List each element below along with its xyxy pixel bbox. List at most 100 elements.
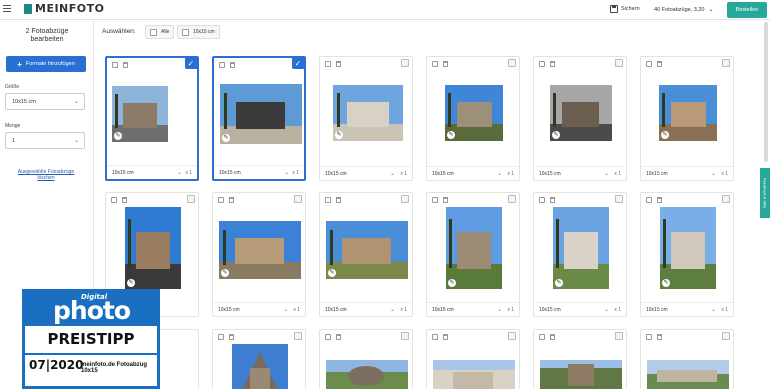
copy-icon[interactable] [218, 197, 224, 203]
logo[interactable]: MEINFOTO [24, 2, 104, 15]
edit-photo-icon[interactable]: ✎ [222, 134, 230, 142]
trash-icon[interactable] [657, 197, 662, 203]
chevron-down-icon[interactable]: ⌄ [497, 306, 502, 313]
order-button[interactable]: Bestellen [727, 2, 767, 18]
edit-photo-icon[interactable]: ✎ [448, 279, 456, 287]
card-size-label[interactable]: 10x15 cm [539, 307, 561, 313]
chevron-down-icon[interactable]: ⌄ [497, 170, 502, 177]
trash-icon[interactable] [443, 197, 448, 203]
photo-card[interactable] [212, 329, 306, 389]
save-button[interactable]: Sichern [610, 5, 640, 13]
trash-icon[interactable] [657, 61, 662, 67]
copy-icon[interactable] [111, 197, 117, 203]
photo-card[interactable] [533, 329, 627, 389]
trash-icon[interactable] [443, 61, 448, 67]
checkbox-icon[interactable] [615, 59, 623, 67]
order-summary-dropdown[interactable]: 40 Fotoabzüge, 3,20 ⌄ [654, 6, 714, 14]
photo-card[interactable]: ✎ 10x15 cm ⌄ x 1 [640, 192, 734, 317]
trash-icon[interactable] [443, 334, 448, 340]
card-size-label[interactable]: 10x15 cm [112, 170, 134, 176]
copy-icon[interactable] [432, 334, 438, 340]
trash-icon[interactable] [336, 61, 341, 67]
checkbox-icon[interactable] [508, 195, 516, 203]
card-size-label[interactable]: 10x15 cm [646, 171, 668, 177]
copy-icon[interactable] [219, 62, 225, 68]
checkbox-icon[interactable] [508, 59, 516, 67]
chevron-down-icon[interactable]: ⌄ [711, 170, 716, 177]
trash-icon[interactable] [550, 334, 555, 340]
photo-card[interactable]: ✎ 10x15 cm ⌄ x 1 [319, 56, 413, 181]
trash-icon[interactable] [657, 334, 662, 340]
edit-photo-icon[interactable]: ✎ [221, 269, 229, 277]
photo-card[interactable]: ✎ 10x15 cm ⌄ x 1 [533, 192, 627, 317]
trash-icon[interactable] [550, 197, 555, 203]
copy-icon[interactable] [325, 334, 331, 340]
photo-card[interactable]: ✎ 10x15 cm ⌄ x 1 [212, 192, 306, 317]
checkbox-icon[interactable]: ✓ [185, 58, 197, 69]
photo-card[interactable]: ✎ 10x15 cm ⌄ x 1 [533, 56, 627, 181]
trash-icon[interactable] [122, 197, 127, 203]
edit-photo-icon[interactable]: ✎ [552, 131, 560, 139]
checkbox-icon[interactable] [294, 332, 302, 340]
copy-icon[interactable] [218, 334, 224, 340]
trash-icon[interactable] [336, 334, 341, 340]
scrollbar[interactable] [764, 22, 768, 162]
checkbox-icon[interactable] [401, 332, 409, 340]
trash-icon[interactable] [336, 197, 341, 203]
checkbox-icon[interactable] [508, 332, 516, 340]
copy-icon[interactable] [646, 334, 652, 340]
copy-icon[interactable] [112, 62, 118, 68]
edit-photo-icon[interactable]: ✎ [662, 279, 670, 287]
chevron-down-icon[interactable]: ⌄ [177, 169, 182, 176]
photo-card[interactable]: ✓ ✎ 10x15 cm ⌄ x 1 [105, 56, 199, 181]
trash-icon[interactable] [229, 197, 234, 203]
checkbox-icon[interactable] [615, 332, 623, 340]
trash-icon[interactable] [123, 62, 128, 68]
chevron-down-icon[interactable]: ⌄ [604, 170, 609, 177]
add-format-button[interactable]: + Formate hinzufügen [6, 56, 86, 72]
photo-card[interactable]: ✎ 10x15 cm ⌄ x 1 [426, 56, 520, 181]
trash-icon[interactable] [229, 334, 234, 340]
chevron-down-icon[interactable]: ⌄ [390, 170, 395, 177]
checkbox-icon[interactable] [401, 195, 409, 203]
checkbox-icon[interactable] [615, 195, 623, 203]
feedback-tab[interactable]: Feedback & Hilfe [760, 168, 770, 218]
trash-icon[interactable] [230, 62, 235, 68]
chevron-down-icon[interactable]: ⌄ [284, 169, 289, 176]
card-size-label[interactable]: 10x15 cm [539, 171, 561, 177]
chevron-down-icon[interactable]: ⌄ [711, 306, 716, 313]
edit-photo-icon[interactable]: ✎ [328, 269, 336, 277]
checkbox-icon[interactable] [722, 195, 730, 203]
delete-selected-link[interactable]: Ausgewählte Fotoabzüge löschen [10, 169, 82, 181]
select-all-chip[interactable]: Alle [145, 25, 175, 39]
checkbox-icon[interactable] [722, 59, 730, 67]
photo-card[interactable] [319, 329, 413, 389]
chevron-down-icon[interactable]: ⌄ [604, 306, 609, 313]
checkbox-icon[interactable]: ✓ [292, 58, 304, 69]
card-size-label[interactable]: 10x15 cm [646, 307, 668, 313]
photo-card[interactable]: ✎ 10x15 cm ⌄ x 1 [426, 192, 520, 317]
edit-photo-icon[interactable]: ✎ [447, 131, 455, 139]
chevron-down-icon[interactable]: ⌄ [390, 306, 395, 313]
card-size-label[interactable]: 10x15 cm [432, 171, 454, 177]
card-size-label[interactable]: 10x15 cm [325, 171, 347, 177]
checkbox-icon[interactable] [294, 195, 302, 203]
size-select[interactable]: 10x15 cm ⌄ [5, 93, 85, 110]
photo-card[interactable] [640, 329, 734, 389]
edit-photo-icon[interactable]: ✎ [555, 279, 563, 287]
photo-card[interactable]: ✓ ✎ 10x15 cm ⌄ x 1 [212, 56, 306, 181]
edit-photo-icon[interactable]: ✎ [661, 131, 669, 139]
copy-icon[interactable] [539, 334, 545, 340]
hamburger-menu-icon[interactable] [3, 5, 11, 13]
copy-icon[interactable] [325, 61, 331, 67]
checkbox-icon[interactable] [187, 195, 195, 203]
photo-card[interactable] [426, 329, 520, 389]
trash-icon[interactable] [550, 61, 555, 67]
edit-photo-icon[interactable]: ✎ [335, 131, 343, 139]
quantity-select[interactable]: 1 ⌄ [5, 132, 85, 149]
copy-icon[interactable] [432, 197, 438, 203]
copy-icon[interactable] [646, 197, 652, 203]
edit-photo-icon[interactable]: ✎ [114, 132, 122, 140]
select-size-chip[interactable]: 10x15 cm [177, 25, 220, 39]
chevron-down-icon[interactable]: ⌄ [283, 306, 288, 313]
